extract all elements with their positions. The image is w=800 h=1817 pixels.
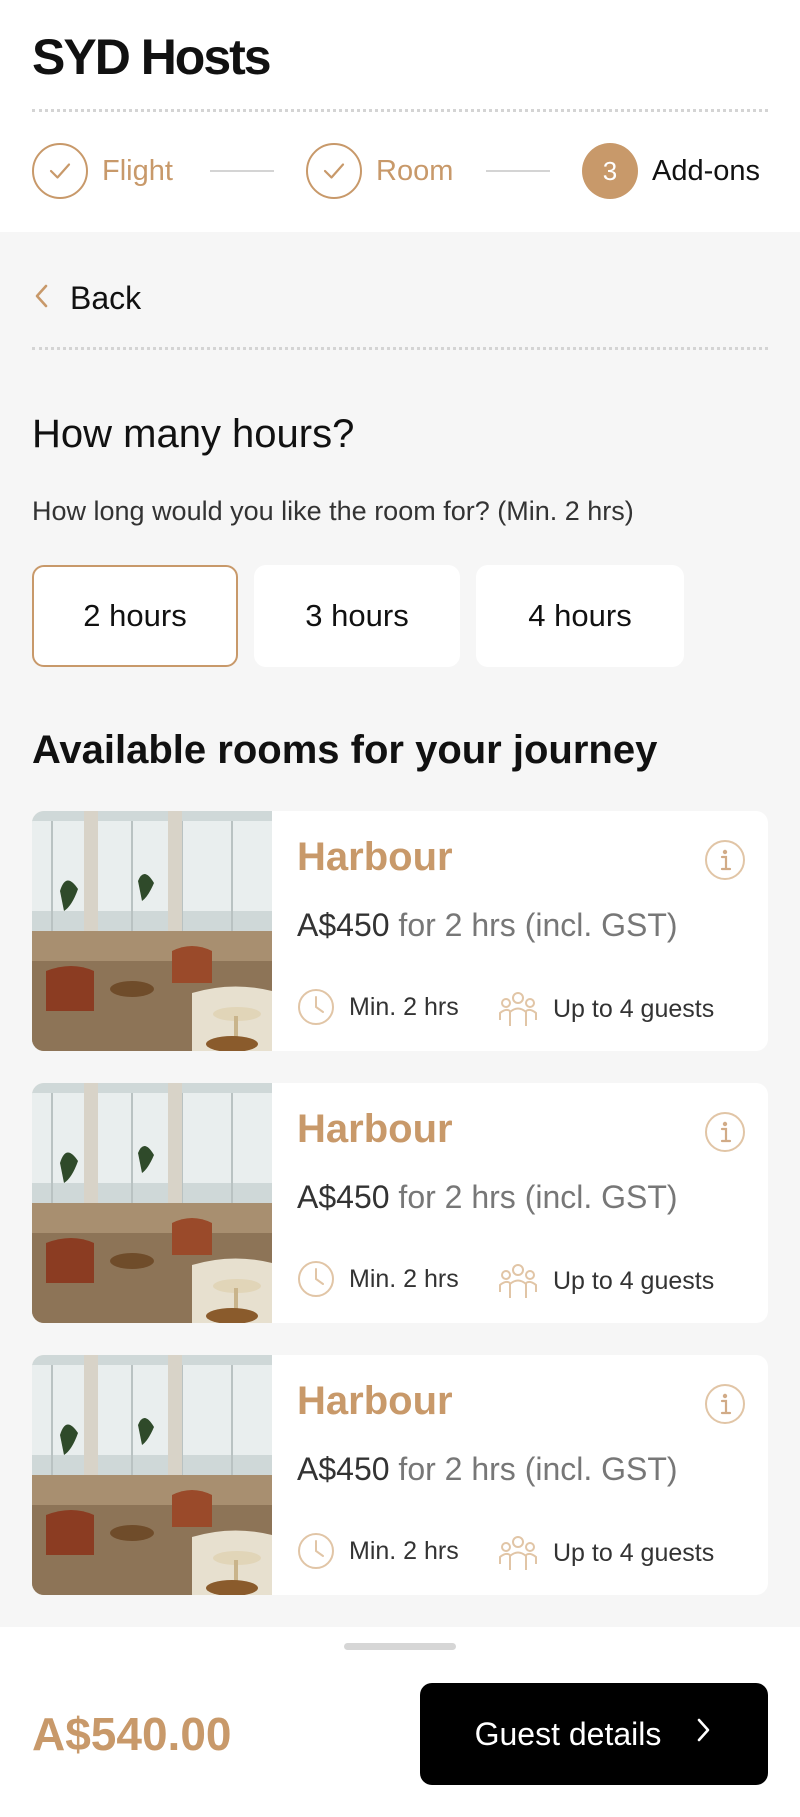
hour-option-4[interactable]: 4 hours — [476, 565, 684, 667]
room-price-suffix: for 2 hrs (incl. GST) — [389, 1451, 678, 1487]
room-card[interactable]: Harbour A$450 for 2 hrs (incl. GST) Min.… — [32, 1083, 768, 1323]
rooms-heading: Available rooms for your journey — [32, 728, 658, 772]
room-name: Harbour — [297, 1107, 453, 1151]
brand-logo: SYD Hosts — [32, 29, 272, 85]
room-price: A$450 for 2 hrs (incl. GST) — [297, 907, 678, 944]
info-icon[interactable] — [704, 1111, 746, 1153]
progress-stepper: Flight Room 3 Add-ons — [32, 143, 768, 199]
guests-icon — [499, 992, 537, 1026]
step-label: Add-ons — [652, 154, 761, 187]
room-guests: Up to 4 guests — [497, 1532, 714, 1574]
room-price-amount: A$450 — [297, 1451, 390, 1487]
room-price-suffix: for 2 hrs (incl. GST) — [389, 1179, 678, 1215]
footer-bar: A$540.00 Guest details — [0, 1627, 800, 1817]
hour-option-2[interactable]: 2 hours — [32, 565, 238, 667]
guest-details-button[interactable]: Guest details — [420, 1683, 768, 1785]
step-number: 3 — [582, 143, 638, 199]
room-price-amount: A$450 — [297, 1179, 390, 1215]
hours-subtitle: How long would you like the room for? (M… — [32, 496, 634, 526]
clock-icon — [298, 989, 334, 1025]
room-card[interactable]: Harbour A$450 for 2 hrs (incl. GST) Min.… — [32, 811, 768, 1051]
hour-option-3[interactable]: 3 hours — [254, 565, 460, 667]
room-name: Harbour — [297, 1379, 453, 1423]
room-photo — [32, 1355, 272, 1595]
room-min-hours: Min. 2 hrs — [297, 1260, 459, 1298]
room-min-label: Min. 2 hrs — [349, 1264, 459, 1293]
back-button[interactable]: Back — [32, 272, 141, 324]
divider — [32, 347, 768, 350]
step-room: Room — [306, 143, 453, 199]
room-price: A$450 for 2 hrs (incl. GST) — [297, 1451, 678, 1488]
room-min-label: Min. 2 hrs — [349, 992, 459, 1021]
room-price-amount: A$450 — [297, 907, 390, 943]
room-guests: Up to 4 guests — [497, 988, 714, 1030]
guests-icon — [499, 1536, 537, 1570]
room-min-hours: Min. 2 hrs — [297, 988, 459, 1026]
check-icon — [32, 143, 88, 199]
room-card[interactable]: Harbour A$450 for 2 hrs (incl. GST) Min.… — [32, 1355, 768, 1595]
total-price: A$540.00 — [32, 1708, 232, 1760]
info-icon[interactable] — [704, 1383, 746, 1425]
room-guests-label: Up to 4 guests — [553, 1266, 715, 1295]
room-price: A$450 for 2 hrs (incl. GST) — [297, 1179, 678, 1216]
step-addons: 3 Add-ons — [582, 143, 760, 199]
room-guests: Up to 4 guests — [497, 1260, 714, 1302]
check-icon — [306, 143, 362, 199]
guests-icon — [499, 1264, 537, 1298]
room-photo — [32, 811, 272, 1051]
chevron-right-icon — [695, 1715, 713, 1753]
room-name: Harbour — [297, 835, 453, 879]
step-label: Flight — [102, 154, 173, 187]
clock-icon — [298, 1261, 334, 1297]
room-min-hours: Min. 2 hrs — [297, 1532, 459, 1570]
info-icon[interactable] — [704, 839, 746, 881]
hours-heading: How many hours? — [32, 412, 355, 456]
room-price-suffix: for 2 hrs (incl. GST) — [389, 907, 678, 943]
step-connector — [486, 170, 550, 172]
divider — [32, 109, 768, 112]
header: SYD Hosts Flight Room 3 Add-ons — [0, 0, 800, 232]
room-photo — [32, 1083, 272, 1323]
room-min-label: Min. 2 hrs — [349, 1536, 459, 1565]
chevron-left-icon — [32, 281, 50, 316]
room-guests-label: Up to 4 guests — [553, 1538, 715, 1567]
step-connector — [210, 170, 274, 172]
step-flight: Flight — [32, 143, 173, 199]
step-label: Room — [376, 154, 454, 187]
cta-label: Guest details — [474, 1715, 662, 1752]
back-label: Back — [70, 279, 142, 316]
clock-icon — [298, 1533, 334, 1569]
room-guests-label: Up to 4 guests — [553, 994, 715, 1023]
drag-handle[interactable] — [344, 1643, 456, 1650]
